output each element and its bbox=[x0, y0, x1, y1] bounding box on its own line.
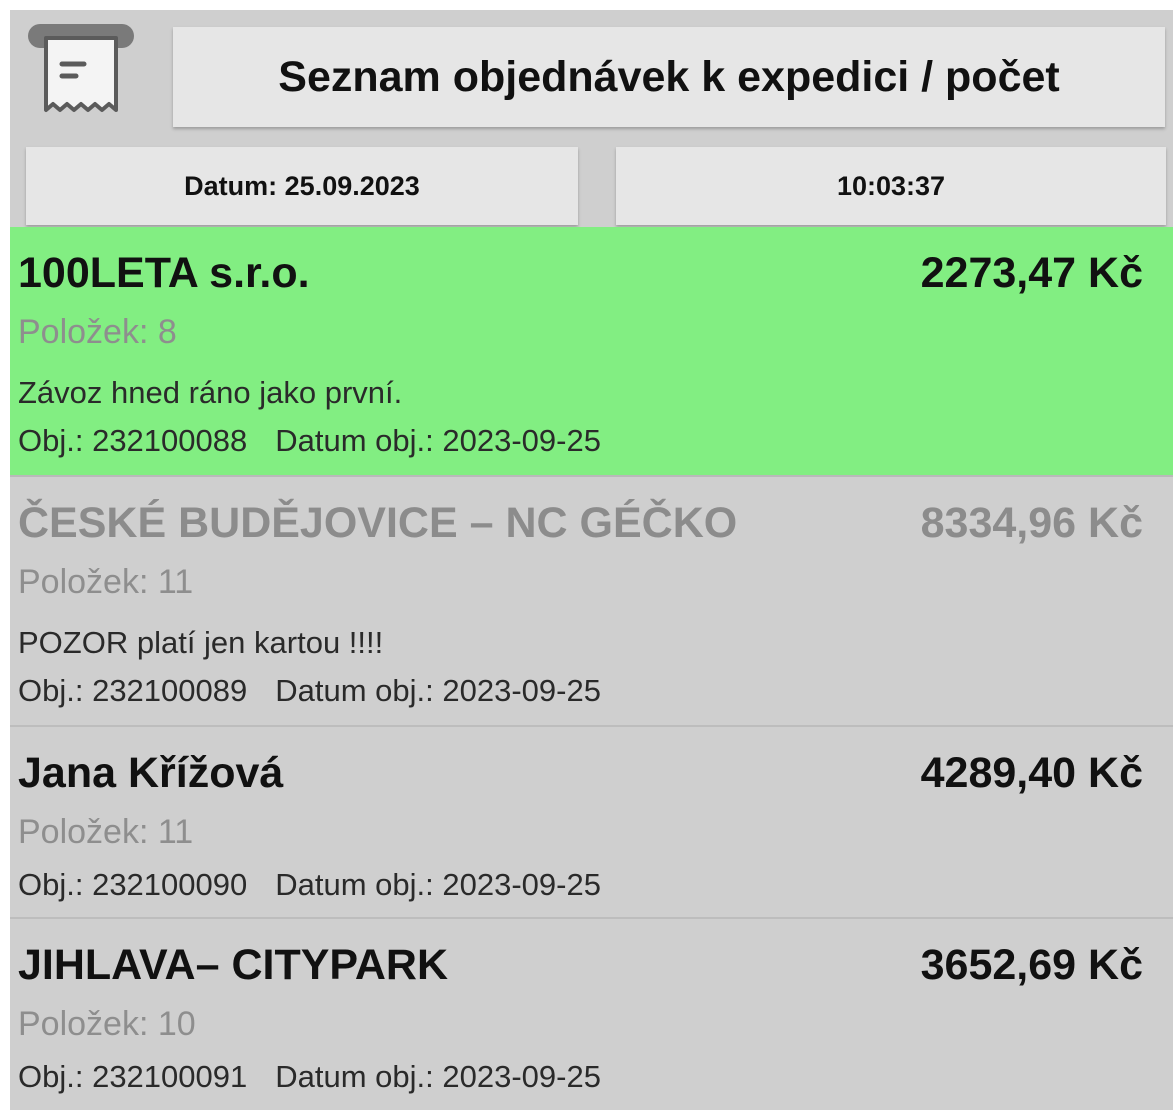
order-date: Datum obj.: 2023-09-25 bbox=[275, 1059, 601, 1094]
order-amount: 2273,47 Kč bbox=[920, 249, 1143, 297]
order-customer-name: Jana Křížová bbox=[18, 749, 284, 797]
order-date: Datum obj.: 2023-09-25 bbox=[275, 867, 601, 902]
app-frame: Seznam objednávek k expedici / počet Dat… bbox=[0, 0, 1173, 1110]
order-item-count: Položek: 11 bbox=[18, 813, 194, 851]
order-note: POZOR platí jen kartou !!!! bbox=[18, 625, 384, 660]
order-meta: Obj.: 232100088 Datum obj.: 2023-09-25 bbox=[18, 423, 601, 459]
date-display: Datum: 25.09.2023 bbox=[26, 147, 578, 225]
order-list: 100LETA s.r.o. 2273,47 Kč Položek: 8 Záv… bbox=[10, 227, 1173, 1110]
receipt-icon[interactable] bbox=[26, 22, 138, 124]
order-meta: Obj.: 232100089 Datum obj.: 2023-09-25 bbox=[18, 673, 601, 709]
order-item-count: Položek: 11 bbox=[18, 563, 194, 601]
order-number: Obj.: 232100090 bbox=[18, 867, 248, 902]
order-note: Závoz hned ráno jako první. bbox=[18, 375, 403, 410]
order-date: Datum obj.: 2023-09-25 bbox=[275, 423, 601, 458]
order-meta: Obj.: 232100091 Datum obj.: 2023-09-25 bbox=[18, 1059, 601, 1095]
order-customer-name: 100LETA s.r.o. bbox=[18, 249, 310, 297]
order-list-screen: Seznam objednávek k expedici / počet Dat… bbox=[10, 10, 1173, 1110]
page-title: Seznam objednávek k expedici / počet bbox=[173, 27, 1165, 127]
order-date: Datum obj.: 2023-09-25 bbox=[275, 673, 601, 708]
order-customer-name: ČESKÉ BUDĚJOVICE – NC GÉČKO bbox=[18, 499, 738, 547]
order-item-count: Položek: 10 bbox=[18, 1005, 196, 1043]
order-row[interactable]: 100LETA s.r.o. 2273,47 Kč Položek: 8 Záv… bbox=[10, 227, 1173, 477]
time-display: 10:03:37 bbox=[616, 147, 1166, 225]
order-customer-name: JIHLAVA– CITYPARK bbox=[18, 941, 449, 989]
order-amount: 8334,96 Kč bbox=[920, 499, 1143, 547]
order-row[interactable]: Jana Křížová 4289,40 Kč Položek: 11 Obj.… bbox=[10, 727, 1173, 919]
order-meta: Obj.: 232100090 Datum obj.: 2023-09-25 bbox=[18, 867, 601, 903]
order-item-count: Položek: 8 bbox=[18, 313, 177, 351]
order-row[interactable]: JIHLAVA– CITYPARK 3652,69 Kč Položek: 10… bbox=[10, 919, 1173, 1110]
order-amount: 4289,40 Kč bbox=[920, 749, 1143, 797]
order-number: Obj.: 232100091 bbox=[18, 1059, 248, 1094]
order-number: Obj.: 232100088 bbox=[18, 423, 248, 458]
order-row[interactable]: ČESKÉ BUDĚJOVICE – NC GÉČKO 8334,96 Kč P… bbox=[10, 477, 1173, 727]
order-number: Obj.: 232100089 bbox=[18, 673, 248, 708]
order-amount: 3652,69 Kč bbox=[920, 941, 1143, 989]
